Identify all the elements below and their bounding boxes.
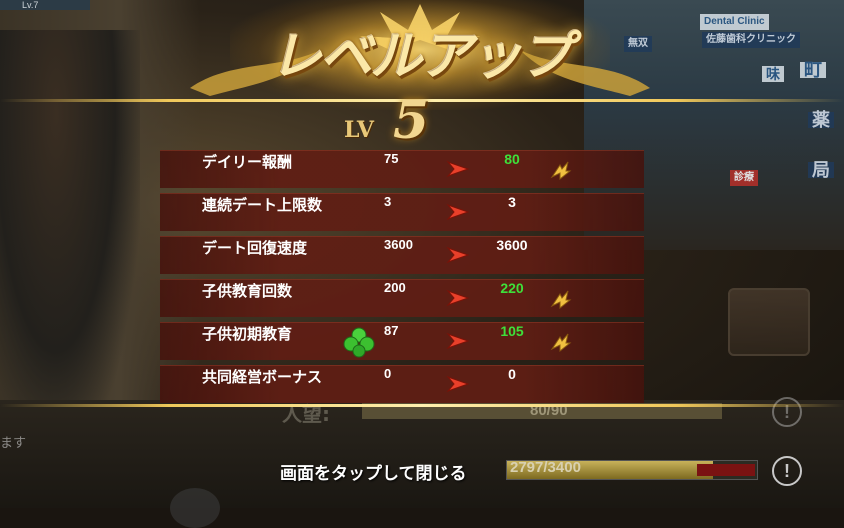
stat-row: デート回復速度 3600 3600 <box>160 236 644 274</box>
stat-before-value: 3 <box>384 194 392 209</box>
level-up-icon <box>548 159 574 181</box>
arrow-right-icon <box>446 375 470 393</box>
sign-aji: 味 <box>762 66 784 82</box>
level-label: LV <box>344 117 374 143</box>
stat-label: 共同経営ボーナス <box>202 368 323 386</box>
stat-after-value: 220 <box>500 280 524 296</box>
stat-after-value: 3 <box>508 194 516 210</box>
arrow-right-icon <box>446 332 470 350</box>
stat-after-value: 0 <box>508 366 516 382</box>
levelup-stats-table: デイリー報酬 75 80 連続デート上限数 3 3 デート回復速度 3600 3600 子供教育回… <box>160 150 644 408</box>
stat-before-value: 200 <box>384 280 406 295</box>
stat-before-value: 87 <box>384 323 399 338</box>
stat-label: 連続デート上限数 <box>202 196 323 214</box>
treasure-chest-icon <box>728 288 810 356</box>
gold-divider-bottom <box>0 404 844 407</box>
character-portrait <box>0 30 140 450</box>
player-level-badge: Lv.7 <box>0 0 90 10</box>
stat-before-value: 75 <box>384 151 399 166</box>
popularity-warning-icon[interactable]: ! <box>772 397 802 427</box>
arrow-right-icon <box>446 246 470 264</box>
stat-row: 子供初期教育 87 105 <box>160 322 644 360</box>
arrow-right-icon <box>446 289 470 307</box>
stat-label: デート回復速度 <box>202 239 308 257</box>
level-up-icon <box>548 331 574 353</box>
exp-bar-remaining <box>697 464 755 476</box>
stat-label: 子供初期教育 <box>202 325 293 343</box>
stat-row: 子供教育回数 200 220 <box>160 279 644 317</box>
stat-after-value: 3600 <box>496 237 528 253</box>
sign-shinryo: 診療 <box>730 170 758 186</box>
arrow-right-icon <box>446 160 470 178</box>
sign-machi: 町 <box>800 61 826 79</box>
stat-after-value: 105 <box>500 323 524 339</box>
menu-round-button[interactable] <box>170 488 220 528</box>
chat-fragment: ます <box>0 436 27 451</box>
levelup-title: レベルアップ <box>269 26 572 87</box>
sign-kyoku: 局 <box>808 161 834 179</box>
arrow-right-icon <box>446 203 470 221</box>
sign-sato-dental: 佐藤歯科クリニック <box>702 32 800 48</box>
stat-after-value: 80 <box>504 151 520 167</box>
stat-row: デイリー報酬 75 80 <box>160 150 644 188</box>
stat-label: 子供教育回数 <box>202 282 293 300</box>
stat-row: 連続デート上限数 3 3 <box>160 193 644 231</box>
clover-icon <box>342 326 376 358</box>
tap-to-close-text[interactable]: 画面をタップして閉じる <box>280 459 467 484</box>
level-up-icon <box>548 288 574 310</box>
level-value: 5 <box>393 90 430 151</box>
stat-label: デイリー報酬 <box>202 153 293 171</box>
stat-before-value: 3600 <box>384 237 413 252</box>
sign-kusuri: 薬 <box>808 111 834 129</box>
stat-before-value: 0 <box>384 366 392 381</box>
sign-dental-clinic: Dental Clinic <box>700 14 769 30</box>
exp-value: 2797/3400 <box>510 459 581 476</box>
exp-warning-icon[interactable]: ! <box>772 456 802 486</box>
stat-row: 共同経営ボーナス 0 0 <box>160 365 644 403</box>
